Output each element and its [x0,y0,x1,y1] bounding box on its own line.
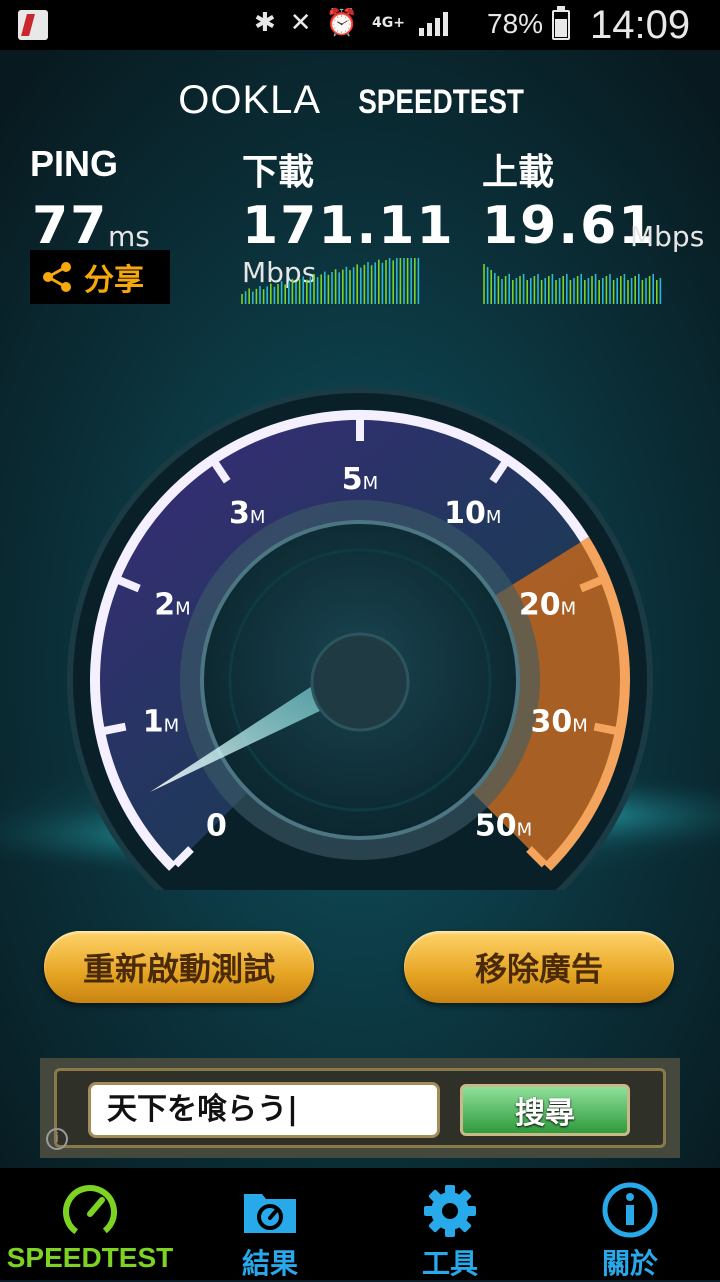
download-label: 下載 [242,151,315,192]
download-value: 171.11 [242,196,455,256]
download-sparkline [241,258,420,304]
gauge-tick-label: 0 [206,809,227,844]
ad-search-label: 搜尋 [515,1096,575,1131]
speedtest-title: SPEEDTEST [357,83,524,121]
nav-label-results: 結果 [241,1248,298,1279]
bottom-nav: SPEEDTEST 結果 工具 關於 [0,1168,720,1280]
gauge-tick [593,722,617,735]
battery-percentage: 78% [487,8,544,39]
status-icons: ✱ ✕ ⏰ 4G+ [254,8,448,38]
ad-info-icon[interactable]: i [46,1128,68,1150]
nav-tools[interactable]: 工具 [360,1168,540,1280]
speedometer-icon [63,1185,117,1239]
share-icon [43,262,71,292]
gear-icon [424,1185,476,1237]
needle-cap [310,632,410,732]
upload-label: 上載 [482,151,555,192]
upload-sparkline [483,264,662,304]
upload-unit: Mbps [630,220,705,253]
bluetooth-icon: ✱ [254,8,276,38]
nav-label-about: 關於 [601,1248,658,1279]
nav-results[interactable]: 結果 [180,1168,360,1280]
ad-banner[interactable]: 天下を喰らう| 搜尋 i [40,1058,680,1158]
nav-about[interactable]: 關於 [540,1168,720,1280]
nav-label-speedtest: SPEEDTEST [6,1242,174,1273]
ookla-logo: OOKLA [178,78,322,122]
ad-search-button[interactable]: 搜尋 [460,1084,630,1136]
network-type-label: 4G+ [371,15,405,31]
speed-gauge: 01M2M3M5M10M20M30M50M [67,387,653,890]
gauge-tick [103,722,127,735]
mute-icon: ✕ [289,8,312,38]
app-header: OOKLA SPEEDTEST [0,78,720,123]
remove-ads-button[interactable]: 移除廣告 [404,931,674,1003]
results-folder-icon [244,1194,296,1233]
status-bar: ✱ ✕ ⏰ 4G+ 78% 14:09 [0,0,720,50]
nav-speedtest[interactable]: SPEEDTEST [0,1168,180,1280]
signal-icon [418,10,448,36]
ad-search-input[interactable]: 天下を喰らう| [88,1082,440,1138]
battery-icon [552,6,570,40]
nav-label-tools: 工具 [421,1248,478,1279]
share-button[interactable]: 分享 [30,250,170,304]
ping-label: PING [30,143,119,184]
ping-value: 77 [32,196,109,256]
restart-test-button[interactable]: 重新啟動測試 [44,931,314,1003]
info-icon [602,1182,658,1238]
ping-unit: ms [108,220,150,253]
clock: 14:09 [590,3,691,47]
share-label: 分享 [84,263,144,298]
alarm-icon: ⏰ [325,8,358,38]
antivirus-app-icon [18,10,48,40]
